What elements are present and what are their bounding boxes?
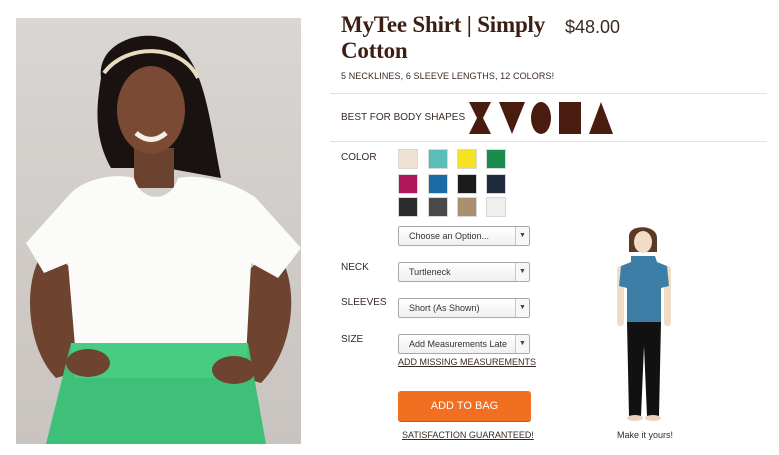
size-label: SIZE — [341, 334, 364, 345]
product-photo — [16, 18, 301, 444]
add-missing-measurements-link[interactable]: ADD MISSING MEASUREMENTS — [398, 357, 536, 367]
sleeves-select[interactable]: Short (As Shown) ▼ — [398, 298, 530, 318]
color-swatch[interactable] — [398, 149, 418, 169]
color-swatch[interactable] — [457, 197, 477, 217]
neck-select-value: Turtleneck — [409, 267, 451, 277]
color-swatch[interactable] — [428, 174, 448, 194]
oval-shape-icon — [531, 102, 551, 134]
hourglass-shape-icon — [469, 102, 491, 134]
add-to-bag-button[interactable]: ADD TO BAG — [398, 391, 531, 421]
rectangle-shape-icon — [559, 102, 581, 134]
product-title: MyTee Shirt | Simply Cotton — [341, 12, 546, 63]
color-swatch[interactable] — [486, 197, 506, 217]
divider — [330, 93, 767, 94]
model-image — [26, 35, 301, 444]
color-swatch[interactable] — [486, 174, 506, 194]
body-shapes-icons — [467, 101, 617, 140]
neck-select[interactable]: Turtleneck ▼ — [398, 262, 530, 282]
color-swatch[interactable] — [457, 174, 477, 194]
size-select[interactable]: Add Measurements Late ▼ — [398, 334, 530, 354]
sleeves-label: SLEEVES — [341, 297, 387, 308]
color-swatch[interactable] — [398, 174, 418, 194]
color-select[interactable]: Choose an Option... ▼ — [398, 226, 530, 246]
preview-caption: Make it yours! — [616, 430, 674, 440]
chevron-down-icon: ▼ — [515, 263, 529, 281]
color-label: COLOR — [341, 152, 377, 163]
size-select-value: Add Measurements Late — [409, 339, 508, 349]
color-swatch[interactable] — [486, 149, 506, 169]
product-price: $48.00 — [565, 17, 621, 37]
chevron-down-icon: ▼ — [515, 299, 529, 317]
color-select-value: Choose an Option... — [409, 231, 490, 241]
color-swatch[interactable] — [428, 149, 448, 169]
v-shape-icon — [499, 102, 525, 134]
satisfaction-guaranteed-link[interactable]: SATISFACTION GUARANTEED! — [402, 430, 534, 440]
chevron-down-icon: ▼ — [515, 335, 529, 353]
garment-preview-figure — [609, 226, 679, 431]
divider — [330, 141, 767, 142]
product-tagline: 5 NECKLINES, 6 SLEEVE LENGTHS, 12 COLORS… — [341, 71, 555, 81]
color-swatch[interactable] — [398, 197, 418, 217]
triangle-shape-icon — [589, 102, 613, 134]
chevron-down-icon: ▼ — [515, 227, 529, 245]
neck-label: NECK — [341, 262, 369, 273]
color-swatch[interactable] — [457, 149, 477, 169]
body-shapes-label: BEST FOR BODY SHAPES — [341, 112, 466, 123]
sleeves-select-value: Short (As Shown) — [409, 303, 480, 313]
color-swatch[interactable] — [428, 197, 448, 217]
